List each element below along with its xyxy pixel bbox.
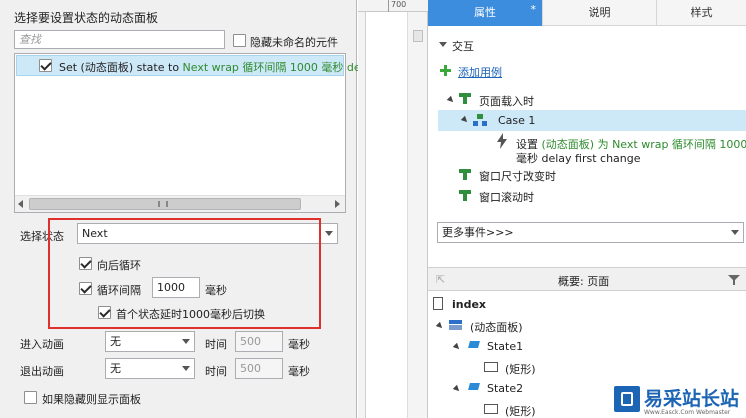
list-item-green-text: Next wrap 循环间隔 1000 毫秒 dela [182, 61, 371, 74]
enter-animation-label: 进入动画 [20, 338, 64, 351]
enter-time-label: 时间 [205, 338, 227, 351]
outline-rect1[interactable]: (矩形) [505, 361, 536, 377]
watermark-url: Www.Easck.Com Webmaster [644, 409, 731, 416]
hide-unnamed-checkbox[interactable] [233, 34, 246, 47]
canvas-vertical-scrollbar[interactable] [407, 12, 427, 418]
state-icon [468, 383, 480, 390]
collapse-caret-icon[interactable] [439, 42, 447, 47]
expand-caret-icon[interactable] [452, 342, 462, 352]
scroll-thumb[interactable] [29, 198, 301, 210]
expand-caret-icon[interactable] [452, 384, 462, 394]
outline-rect2[interactable]: (矩形) [505, 403, 536, 418]
tab-notes-label: 说明 [588, 6, 611, 19]
add-case-link[interactable]: 添加用例 [458, 64, 502, 80]
tab-properties[interactable]: 属性 * [428, 0, 542, 26]
annotation-highlight-box [48, 218, 321, 329]
scroll-thumb[interactable] [413, 30, 423, 42]
chevron-down-icon [731, 230, 739, 235]
outline-state2[interactable]: State2 [487, 382, 523, 395]
show-if-hidden-label: 如果隐藏则显示面板 [42, 393, 141, 406]
exit-time-unit: 毫秒 [288, 365, 310, 378]
event-icon [459, 190, 471, 201]
expand-caret-icon[interactable] [446, 95, 456, 105]
show-if-hidden-checkbox[interactable] [24, 391, 37, 404]
add-icon[interactable] [440, 65, 451, 76]
state-icon [468, 341, 480, 348]
back-arrow-icon[interactable]: ⇱ [436, 273, 445, 286]
exit-animation-label: 退出动画 [20, 365, 64, 378]
tab-style-label: 样式 [690, 6, 713, 19]
modified-badge: * [530, 3, 537, 16]
event-page-load[interactable]: 页面载入时 [479, 93, 534, 109]
filter-icon[interactable] [728, 274, 740, 286]
dialog-title: 选择要设置状态的动态面板 [14, 11, 159, 25]
enter-animation-value: 无 [110, 335, 121, 348]
tab-style[interactable]: 样式 [656, 0, 746, 26]
event-icon [459, 93, 471, 104]
lightning-icon [497, 133, 507, 149]
watermark: 易采站长站 Www.Easck.Com Webmaster [614, 383, 746, 418]
panel-list[interactable]: Set (动态面板) state to Next wrap 循环间隔 1000 … [14, 53, 370, 213]
exit-animation-value: 无 [110, 362, 121, 375]
list-item-text: Set (动态面板) state to [59, 61, 183, 74]
more-events-label: 更多事件>>> [442, 226, 514, 239]
event-window-resize[interactable]: 窗口尺寸改变时 [479, 168, 556, 184]
logo-icon [614, 386, 640, 412]
expand-caret-icon[interactable] [435, 321, 445, 331]
tab-properties-label: 属性 [474, 6, 496, 19]
list-horizontal-scrollbar[interactable] [15, 195, 345, 212]
set-panel-state-dialog: 选择要设置状态的动态面板 查找 隐藏未命名的元件 Set (动态面板) stat… [0, 0, 370, 418]
inspector-panel: 属性 * 说明 样式 交互 添加用例 页面载入时 Case 1 设置 (动态面板… [428, 0, 746, 418]
outline-header: ⇱ 概要: 页面 [428, 267, 746, 291]
tab-notes[interactable]: 说明 [542, 0, 656, 26]
action-line-2: 毫秒 delay first change [516, 152, 641, 165]
chevron-down-icon [182, 366, 190, 371]
case-icon [473, 114, 487, 126]
exit-time-input[interactable]: 500 [235, 358, 283, 379]
grip-icon [158, 201, 168, 207]
enter-animation-dropdown[interactable]: 无 [105, 331, 195, 352]
watermark-text: 易采站长站 [644, 388, 740, 410]
exit-animation-dropdown[interactable]: 无 [105, 358, 195, 379]
outline-index[interactable]: index [452, 298, 486, 311]
ruler-mark: 700 [391, 0, 407, 9]
chevron-down-icon [325, 231, 333, 236]
page-icon [433, 297, 443, 310]
exit-time-label: 时间 [205, 365, 227, 378]
scroll-left-arrow-icon[interactable] [18, 200, 23, 208]
rectangle-icon [484, 362, 498, 372]
interaction-header: 交互 [452, 40, 474, 53]
search-input[interactable]: 查找 [14, 30, 225, 49]
enter-time-input[interactable]: 500 [235, 331, 283, 352]
scroll-right-arrow-icon[interactable] [335, 200, 340, 208]
dynamic-panel-icon [449, 320, 462, 330]
outline-state1[interactable]: State1 [487, 340, 523, 353]
case-1-label[interactable]: Case 1 [498, 114, 535, 127]
event-icon [459, 169, 471, 180]
more-events-dropdown[interactable]: 更多事件>>> [437, 222, 744, 243]
hide-unnamed-label: 隐藏未命名的元件 [250, 36, 338, 49]
enter-time-unit: 毫秒 [288, 338, 310, 351]
event-window-scroll[interactable]: 窗口滚动时 [479, 189, 534, 205]
outline-title: 概要: 页面 [558, 275, 610, 288]
list-item-checkbox[interactable] [39, 59, 52, 72]
outline-dynamic-panel[interactable]: (动态面板) [470, 319, 523, 335]
rectangle-icon [484, 404, 498, 414]
vertical-ruler [358, 12, 366, 418]
horizontal-ruler: 700 [358, 0, 428, 12]
list-item-selected[interactable]: Set (动态面板) state to Next wrap 循环间隔 1000 … [16, 55, 370, 76]
chevron-down-icon [182, 339, 190, 344]
